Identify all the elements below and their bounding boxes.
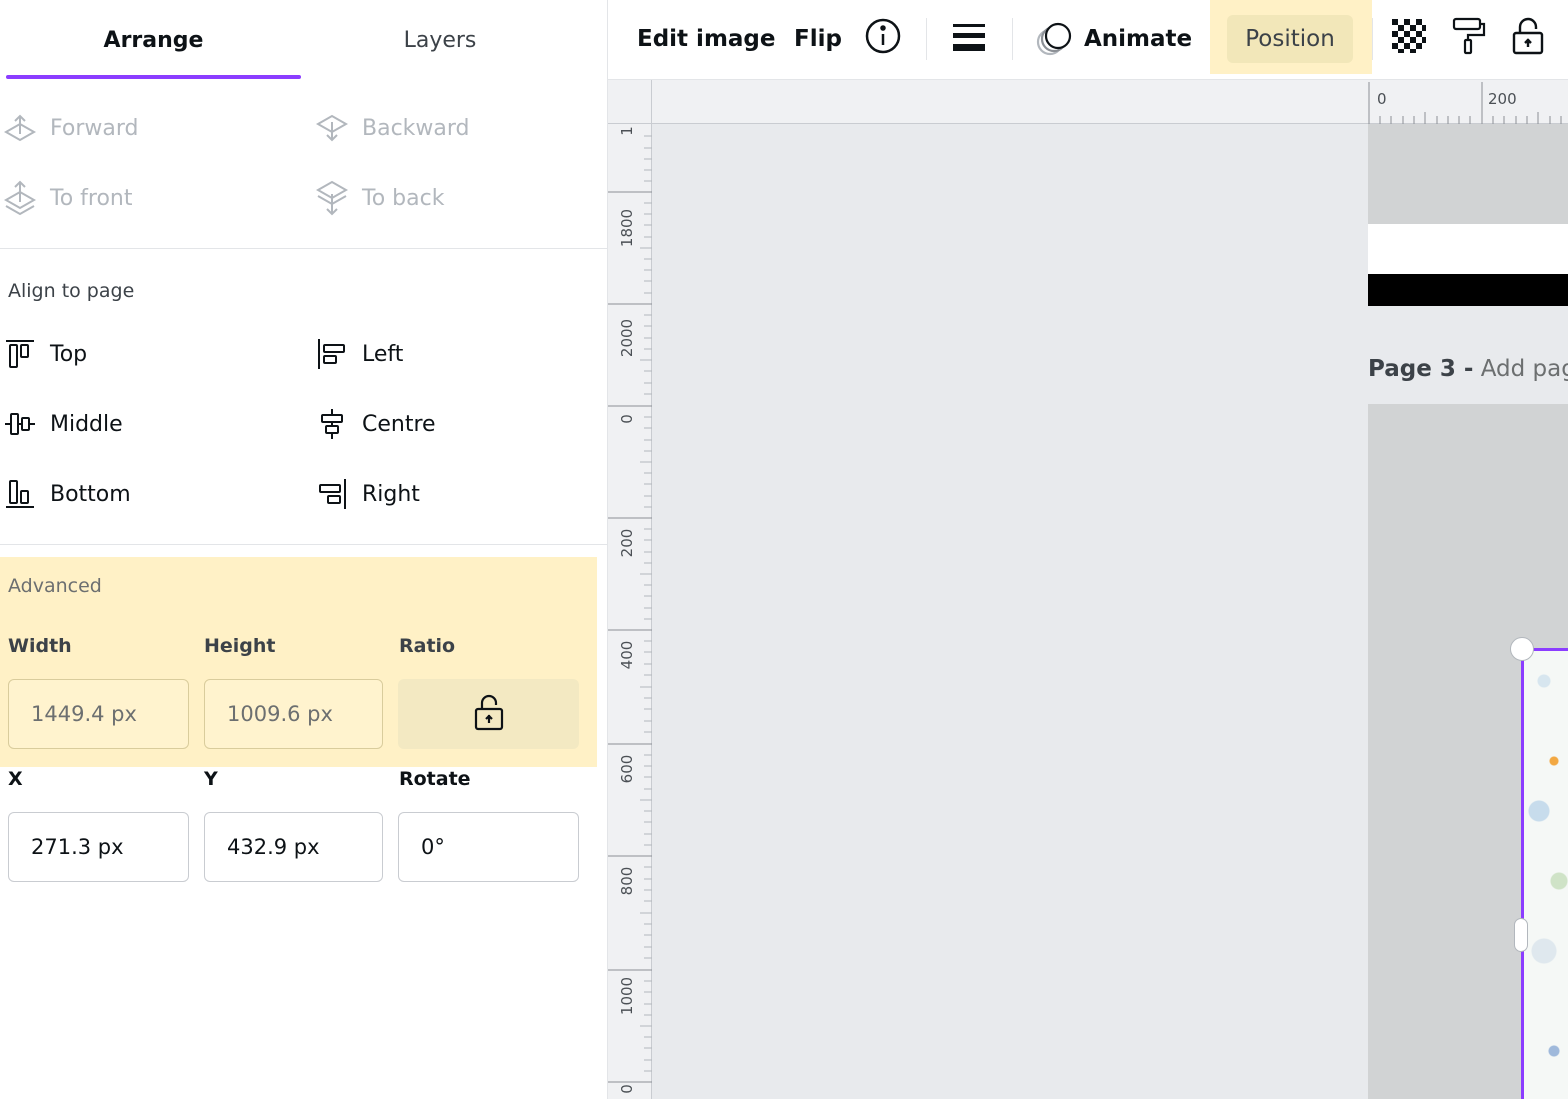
ruler-label: 200 xyxy=(1488,90,1517,108)
animate-button[interactable]: Animate xyxy=(1036,0,1192,78)
ruler-top[interactable]: 0 200 xyxy=(652,80,1568,124)
align-left-button[interactable]: Left xyxy=(312,334,403,374)
forward-button[interactable]: Forward xyxy=(0,108,138,148)
align-right-label: Right xyxy=(362,481,420,507)
paint-roller-icon xyxy=(1450,16,1488,62)
ratio-label: Ratio xyxy=(399,635,456,657)
lock-icon xyxy=(1511,16,1545,62)
backward-label: Backward xyxy=(362,115,470,141)
ratio-lock-button[interactable] xyxy=(398,679,579,749)
align-middle-icon xyxy=(0,404,40,444)
ruler-label: 200 xyxy=(618,528,636,558)
transparency-button[interactable] xyxy=(1390,0,1428,78)
object-panel: Arrange Layers Forward Backward To front… xyxy=(0,0,608,1099)
rotate-label: Rotate xyxy=(399,768,471,790)
align-bottom-icon xyxy=(0,474,40,514)
align-right-button[interactable]: Right xyxy=(312,474,420,514)
toolbar-separator xyxy=(1012,18,1013,60)
page-3-title[interactable]: Page 3 - Add page title xyxy=(1368,356,1568,382)
to-back-icon xyxy=(312,178,352,218)
x-input[interactable]: 271.3 px xyxy=(8,812,189,882)
selected-image[interactable] xyxy=(1521,648,1568,1099)
edit-image-button[interactable]: Edit image xyxy=(637,0,776,78)
align-centre-icon xyxy=(312,404,352,444)
divider xyxy=(0,248,608,249)
ruler-label: 0 xyxy=(1377,90,1387,108)
advanced-heading: Advanced xyxy=(8,575,102,597)
ruler-label: 600 xyxy=(618,754,636,784)
to-front-icon xyxy=(0,178,40,218)
copy-style-button[interactable] xyxy=(1450,0,1488,78)
info-button[interactable] xyxy=(864,0,902,78)
resize-handle-side[interactable] xyxy=(1514,918,1528,952)
page-2-preview[interactable] xyxy=(1368,124,1568,224)
to-front-button[interactable]: To front xyxy=(0,178,133,218)
backward-button[interactable]: Backward xyxy=(312,108,470,148)
to-back-label: To back xyxy=(362,185,445,211)
align-centre-label: Centre xyxy=(362,411,436,437)
ruler-label: 400 xyxy=(618,640,636,670)
forward-icon xyxy=(0,108,40,148)
toolbar-separator xyxy=(1372,18,1373,60)
ruler-label: 2000 xyxy=(618,318,636,358)
align-to-page-heading: Align to page xyxy=(8,280,135,302)
forward-label: Forward xyxy=(50,115,139,141)
align-top-icon xyxy=(0,334,40,374)
height-label: Height xyxy=(204,635,276,657)
animate-icon xyxy=(1036,20,1074,58)
align-top-label: Top xyxy=(50,341,88,367)
animate-label: Animate xyxy=(1084,26,1193,52)
resize-handle-corner[interactable] xyxy=(1510,637,1534,661)
align-centre-button[interactable]: Centre xyxy=(312,404,436,444)
page-2-white-band xyxy=(1368,224,1568,274)
align-top-button[interactable]: Top xyxy=(0,334,87,374)
width-label: Width xyxy=(8,635,72,657)
add-page-title-link[interactable]: Add page title xyxy=(1481,356,1568,382)
page-number-label: Page 3 - xyxy=(1368,356,1474,382)
lock-button[interactable] xyxy=(1511,0,1545,78)
ruler-label: 0 xyxy=(618,1084,636,1094)
transparency-icon xyxy=(1390,17,1428,61)
position-button[interactable]: Position xyxy=(1227,15,1353,63)
border-style-icon xyxy=(951,18,987,60)
ruler-label: 800 xyxy=(618,866,636,896)
y-label: Y xyxy=(204,768,218,790)
ruler-label: 1800 xyxy=(618,208,636,248)
info-icon xyxy=(864,17,902,61)
ruler-label: 1 xyxy=(618,126,636,136)
width-input[interactable]: 1449.4 px xyxy=(8,679,189,749)
page-2-black-band xyxy=(1368,274,1568,306)
align-bottom-label: Bottom xyxy=(50,481,131,507)
align-bottom-button[interactable]: Bottom xyxy=(0,474,131,514)
design-canvas[interactable]: 0 200 1 1800 2000 0 200 400 600 800 1000… xyxy=(608,80,1568,1099)
align-left-label: Left xyxy=(362,341,404,367)
ruler-label: 0 xyxy=(618,414,636,424)
ruler-label: 1000 xyxy=(618,976,636,1016)
tab-arrange[interactable]: Arrange xyxy=(6,0,301,80)
ruler-left[interactable]: 1 1800 2000 0 200 400 600 800 1000 0 xyxy=(608,124,652,1099)
unlock-icon xyxy=(473,693,505,735)
tab-layers[interactable]: Layers xyxy=(300,0,580,80)
y-input[interactable]: 432.9 px xyxy=(204,812,383,882)
align-right-icon xyxy=(312,474,352,514)
align-middle-button[interactable]: Middle xyxy=(0,404,123,444)
context-toolbar: Edit image Flip Animate Position xyxy=(608,0,1568,80)
to-front-label: To front xyxy=(50,185,133,211)
divider xyxy=(0,544,608,545)
height-input[interactable]: 1009.6 px xyxy=(204,679,383,749)
border-style-button[interactable] xyxy=(951,0,987,78)
align-left-icon xyxy=(312,334,352,374)
rotate-input[interactable]: 0° xyxy=(398,812,579,882)
active-tab-indicator xyxy=(6,75,301,79)
toolbar-separator xyxy=(926,18,927,60)
to-back-button[interactable]: To back xyxy=(312,178,444,218)
backward-icon xyxy=(312,108,352,148)
x-label: X xyxy=(8,768,23,790)
align-middle-label: Middle xyxy=(50,411,123,437)
flip-button[interactable]: Flip xyxy=(794,0,842,78)
